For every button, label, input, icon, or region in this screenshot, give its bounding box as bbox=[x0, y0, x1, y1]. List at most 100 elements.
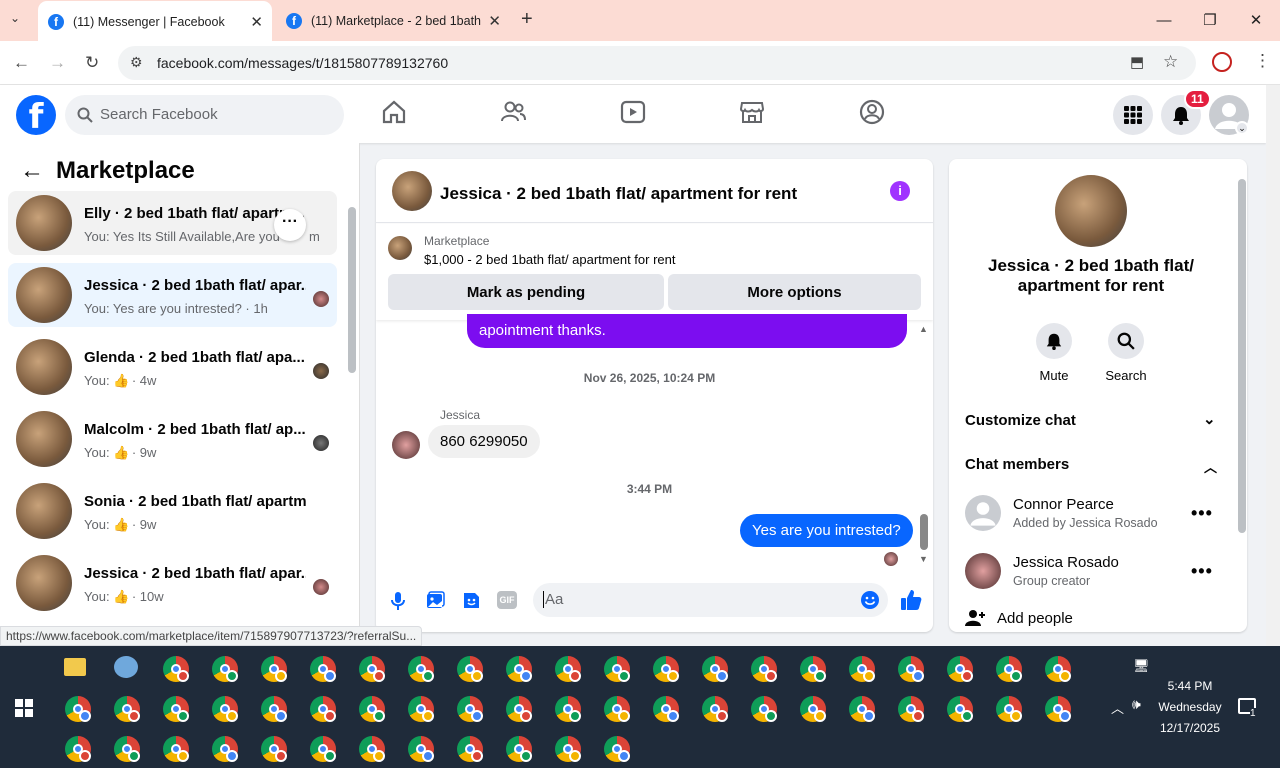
chrome-taskbar-icon[interactable] bbox=[506, 736, 532, 762]
chrome-taskbar-icon[interactable] bbox=[310, 656, 336, 682]
search-input[interactable]: Search Facebook bbox=[65, 95, 344, 135]
chrome-taskbar-icon[interactable] bbox=[898, 656, 924, 682]
chrome-taskbar-icon[interactable] bbox=[751, 696, 777, 722]
member-avatar[interactable] bbox=[965, 553, 1001, 589]
mute-button[interactable]: Mute bbox=[1024, 323, 1084, 383]
chrome-taskbar-icon[interactable] bbox=[1045, 696, 1071, 722]
chevron-up-icon[interactable]: ︿ bbox=[1204, 457, 1217, 476]
info-icon[interactable]: i bbox=[890, 181, 910, 201]
file-explorer-icon[interactable] bbox=[64, 658, 86, 676]
chrome-taskbar-icon[interactable] bbox=[408, 736, 434, 762]
account-avatar[interactable]: ⌄ bbox=[1209, 95, 1249, 135]
chrome-taskbar-icon[interactable] bbox=[261, 696, 287, 722]
chrome-taskbar-icon[interactable] bbox=[653, 696, 679, 722]
chrome-taskbar-icon[interactable] bbox=[947, 696, 973, 722]
microphone-icon[interactable] bbox=[390, 591, 406, 611]
tab-search-icon[interactable]: ⌄ bbox=[10, 11, 20, 25]
photo-icon[interactable] bbox=[425, 590, 445, 610]
chrome-taskbar-icon[interactable] bbox=[408, 656, 434, 682]
chrome-taskbar-icon[interactable] bbox=[163, 696, 189, 722]
tab-messenger[interactable]: f (11) Messenger | Facebook ✕ bbox=[38, 1, 272, 42]
more-options-button[interactable]: More options bbox=[668, 274, 921, 310]
chrome-taskbar-icon[interactable] bbox=[555, 736, 581, 762]
chrome-taskbar-icon[interactable] bbox=[457, 696, 483, 722]
scroll-up-arrow-icon[interactable]: ▲ bbox=[919, 324, 928, 334]
chat-members-row[interactable]: Chat members bbox=[965, 456, 1069, 473]
chrome-taskbar-icon[interactable] bbox=[751, 656, 777, 682]
speaker-icon[interactable]: 🕪 bbox=[1132, 696, 1141, 713]
chrome-taskbar-icon[interactable] bbox=[604, 736, 630, 762]
gaming-icon[interactable] bbox=[858, 98, 886, 126]
facebook-logo-icon[interactable]: f bbox=[16, 95, 56, 137]
install-app-icon[interactable]: ⬒ bbox=[1130, 53, 1144, 71]
friends-icon[interactable] bbox=[499, 98, 527, 126]
marketplace-icon[interactable] bbox=[738, 98, 766, 126]
emoji-icon[interactable] bbox=[860, 590, 880, 610]
new-tab-icon[interactable]: + bbox=[521, 8, 533, 31]
chat-title[interactable]: Jessica · 2 bed 1bath flat/ apartment fo… bbox=[440, 184, 797, 204]
close-tab-icon[interactable]: ✕ bbox=[488, 12, 501, 30]
chrome-taskbar-icon[interactable] bbox=[849, 696, 875, 722]
conversation-item[interactable]: Elly · 2 bed 1bath flat/ apartm... You: … bbox=[8, 191, 337, 255]
chrome-taskbar-icon[interactable] bbox=[898, 696, 924, 722]
message-bubble-incoming[interactable]: 860 6299050 bbox=[428, 425, 540, 458]
sender-avatar[interactable] bbox=[392, 431, 420, 459]
chat-scrollbar[interactable] bbox=[920, 514, 928, 550]
home-icon[interactable] bbox=[380, 98, 408, 126]
add-people-button[interactable]: Add people bbox=[997, 610, 1073, 627]
conversation-item[interactable]: Glenda · 2 bed 1bath flat/ apa... You: 👍… bbox=[8, 335, 337, 399]
chrome-taskbar-icon[interactable] bbox=[261, 736, 287, 762]
chrome-taskbar-icon[interactable] bbox=[1045, 656, 1071, 682]
menu-grid-button[interactable] bbox=[1113, 95, 1153, 135]
show-hidden-icons-chevron-icon[interactable]: ︿ bbox=[1111, 698, 1124, 717]
member-name[interactable]: Connor Pearce bbox=[1013, 496, 1114, 513]
back-arrow-icon[interactable]: ← bbox=[20, 157, 44, 185]
customize-chat-row[interactable]: Customize chat bbox=[965, 412, 1076, 429]
network-desktop-icon[interactable]: 🖥 bbox=[1133, 658, 1150, 674]
conversation-item[interactable]: Jessica · 2 bed 1bath flat/ apar... You:… bbox=[8, 551, 337, 615]
member-options-icon[interactable]: ••• bbox=[1191, 503, 1213, 524]
chrome-taskbar-icon[interactable] bbox=[212, 736, 238, 762]
restore-icon[interactable]: ❐ bbox=[1198, 8, 1222, 32]
video-icon[interactable] bbox=[619, 98, 647, 126]
system-clock[interactable]: 5:44 PM Wednesday 12/17/2025 bbox=[1150, 676, 1230, 739]
chrome-taskbar-icon[interactable] bbox=[506, 656, 532, 682]
back-icon[interactable]: ← bbox=[13, 53, 30, 73]
chrome-taskbar-icon[interactable] bbox=[114, 696, 140, 722]
paint-icon[interactable] bbox=[114, 656, 138, 678]
chrome-taskbar-icon[interactable] bbox=[163, 656, 189, 682]
bookmark-star-icon[interactable]: ☆ bbox=[1163, 52, 1178, 72]
member-options-icon[interactable]: ••• bbox=[1191, 561, 1213, 582]
tab-marketplace[interactable]: f (11) Marketplace - 2 bed 1bath ✕ bbox=[276, 0, 510, 41]
menu-kebab-icon[interactable]: ⋮ bbox=[1254, 51, 1271, 71]
chrome-taskbar-icon[interactable] bbox=[947, 656, 973, 682]
listing-title[interactable]: $1,000 - 2 bed 1bath flat/ apartment for… bbox=[424, 252, 676, 267]
gif-icon[interactable]: GIF bbox=[497, 591, 517, 609]
chrome-taskbar-icon[interactable] bbox=[800, 656, 826, 682]
chrome-taskbar-icon[interactable] bbox=[849, 656, 875, 682]
chrome-taskbar-icon[interactable] bbox=[604, 696, 630, 722]
chrome-taskbar-icon[interactable] bbox=[114, 736, 140, 762]
mark-as-pending-button[interactable]: Mark as pending bbox=[388, 274, 664, 310]
search-in-chat-button[interactable]: Search bbox=[1096, 323, 1156, 383]
chrome-taskbar-icon[interactable] bbox=[702, 656, 728, 682]
forward-icon[interactable]: → bbox=[49, 53, 66, 73]
more-options-icon[interactable]: ··· bbox=[274, 209, 306, 241]
member-avatar[interactable] bbox=[965, 495, 1001, 531]
url-field[interactable]: ⚙ facebook.com/messages/t/18158077891327… bbox=[118, 46, 1196, 80]
message-bubble-outgoing[interactable]: Yes are you intrested? bbox=[740, 514, 913, 547]
chrome-taskbar-icon[interactable] bbox=[702, 696, 728, 722]
profile-icon[interactable] bbox=[1212, 52, 1232, 72]
chrome-taskbar-icon[interactable] bbox=[653, 656, 679, 682]
chevron-down-icon[interactable]: ⌄ bbox=[1203, 410, 1216, 428]
message-input[interactable]: Aa bbox=[533, 583, 888, 617]
chrome-taskbar-icon[interactable] bbox=[212, 696, 238, 722]
chrome-taskbar-icon[interactable] bbox=[457, 736, 483, 762]
add-person-icon[interactable] bbox=[965, 609, 985, 627]
chrome-taskbar-icon[interactable] bbox=[996, 656, 1022, 682]
chrome-taskbar-icon[interactable] bbox=[310, 696, 336, 722]
chrome-taskbar-icon[interactable] bbox=[261, 656, 287, 682]
chrome-taskbar-icon[interactable] bbox=[310, 736, 336, 762]
listing-thumbnail[interactable] bbox=[388, 236, 412, 260]
details-scrollbar[interactable] bbox=[1238, 179, 1246, 533]
